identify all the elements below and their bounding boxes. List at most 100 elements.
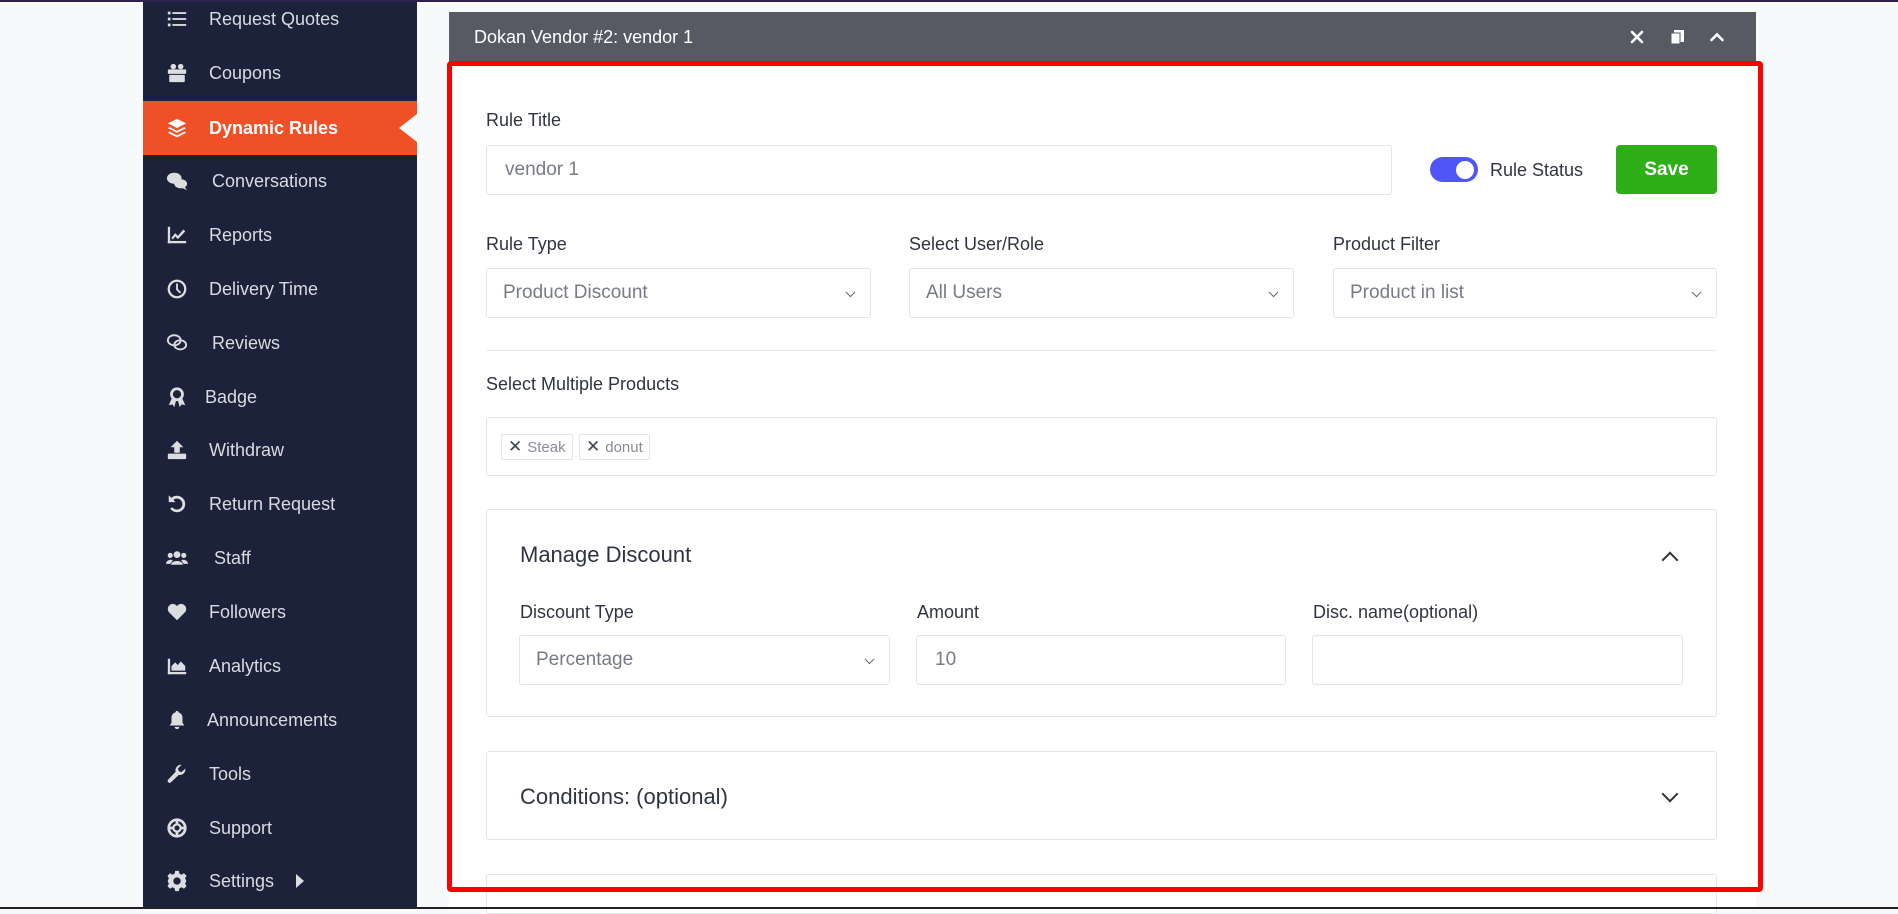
rule-title-label: Rule Title — [486, 110, 561, 131]
rule-status-label: Rule Status — [1490, 160, 1583, 181]
user-role-label: Select User/Role — [909, 234, 1044, 255]
manage-discount-card: Manage Discount Discount Type Amount Dis… — [486, 509, 1717, 717]
conditions-title: Conditions: (optional) — [520, 784, 728, 810]
discount-type-value: Percentage — [536, 649, 633, 671]
save-button[interactable]: Save — [1616, 145, 1717, 194]
product-filter-value: Product in list — [1350, 282, 1464, 304]
disc-name-label: Disc. name(optional) — [1313, 602, 1478, 623]
life-ring-icon — [165, 816, 189, 840]
remove-chip-icon[interactable]: ✕ — [508, 437, 522, 457]
sidebar-item-label: Coupons — [209, 63, 281, 84]
wrench-icon — [165, 762, 189, 786]
sidebar-item-label: Delivery Time — [209, 279, 318, 300]
sidebar-item-withdraw[interactable]: Withdraw — [143, 423, 417, 477]
chevron-down-icon — [846, 287, 856, 297]
chevron-up-icon[interactable] — [1662, 552, 1679, 569]
sidebar-item-conversations[interactable]: Conversations — [143, 154, 417, 208]
amount-label: Amount — [917, 602, 979, 623]
sidebar-item-settings[interactable]: Settings — [143, 854, 417, 908]
sidebar-item-reviews[interactable]: Reviews — [143, 316, 417, 370]
product-chip: ✕ donut — [579, 434, 650, 460]
product-filter-label: Product Filter — [1333, 234, 1440, 255]
multi-products-input[interactable]: ✕ Steak ✕ donut — [486, 417, 1717, 476]
chart-line-icon — [165, 223, 189, 247]
user-role-select[interactable]: All Users — [909, 268, 1294, 318]
chevron-down-icon — [1692, 287, 1702, 297]
list-icon — [165, 7, 189, 31]
amount-value: 10 — [935, 649, 956, 671]
sidebar-item-badge[interactable]: Badge — [143, 370, 417, 424]
conditions-card[interactable]: Conditions: (optional) — [486, 751, 1717, 840]
heart-icon — [165, 600, 189, 624]
discount-type-select[interactable]: Percentage — [519, 635, 890, 685]
sidebar-item-support[interactable]: Support — [143, 801, 417, 855]
sidebar-item-coupons[interactable]: Coupons — [143, 46, 417, 100]
sidebar-item-staff[interactable]: Staff — [143, 531, 417, 585]
sidebar-item-label: Analytics — [209, 656, 281, 677]
sidebar-item-label: Tools — [209, 764, 251, 785]
panel-header: Dokan Vendor #2: vendor 1 — [449, 12, 1756, 62]
user-role-value: All Users — [926, 282, 1002, 304]
award-icon — [165, 385, 189, 409]
sidebar-item-label: Staff — [214, 548, 251, 569]
multi-products-label: Select Multiple Products — [486, 374, 679, 395]
sidebar-item-label: Support — [209, 818, 272, 839]
sidebar-item-label: Badge — [205, 387, 257, 408]
sidebar-item-analytics[interactable]: Analytics — [143, 639, 417, 693]
gift-icon — [165, 61, 189, 85]
sidebar-item-label: Return Request — [209, 494, 335, 515]
panel-title: Dokan Vendor #2: vendor 1 — [474, 27, 693, 48]
sidebar-item-announcements[interactable]: Announcements — [143, 693, 417, 747]
sidebar-item-label: Withdraw — [209, 440, 284, 461]
duplicate-icon[interactable] — [1668, 28, 1686, 46]
discount-type-label: Discount Type — [520, 602, 634, 623]
remove-chip-icon[interactable]: ✕ — [586, 437, 600, 457]
sidebar-item-delivery-time[interactable]: Delivery Time — [143, 262, 417, 316]
amount-input[interactable]: 10 — [916, 635, 1286, 685]
chip-label: Steak — [527, 439, 565, 456]
rule-status-toggle[interactable] — [1430, 157, 1478, 182]
rule-title-input[interactable]: vendor 1 — [486, 145, 1392, 195]
chevron-down-icon — [865, 654, 875, 664]
upload-icon — [165, 438, 189, 462]
product-filter-select[interactable]: Product in list — [1333, 268, 1717, 318]
sidebar-item-return-request[interactable]: Return Request — [143, 477, 417, 531]
sidebar-item-label: Dynamic Rules — [209, 118, 338, 139]
sidebar-item-label: Announcements — [207, 710, 337, 731]
rule-type-value: Product Discount — [503, 282, 648, 304]
chevron-down-icon[interactable] — [1662, 786, 1679, 803]
sidebar-item-request-quotes[interactable]: Request Quotes — [143, 0, 417, 46]
layers-icon — [165, 116, 189, 140]
sidebar-item-label: Conversations — [212, 171, 327, 192]
comment-dots-icon — [165, 331, 189, 355]
caret-right-icon — [296, 874, 304, 888]
manage-discount-title: Manage Discount — [520, 542, 691, 568]
undo-icon — [165, 492, 189, 516]
sidebar-item-dynamic-rules[interactable]: Dynamic Rules — [143, 101, 417, 155]
sidebar-item-label: Followers — [209, 602, 286, 623]
sidebar-item-label: Settings — [209, 871, 274, 892]
sidebar-item-label: Reports — [209, 225, 272, 246]
sidebar-item-followers[interactable]: Followers — [143, 585, 417, 639]
chevron-down-icon — [1269, 287, 1279, 297]
product-chip: ✕ Steak — [501, 434, 573, 460]
toggle-knob — [1456, 161, 1474, 179]
rule-type-select[interactable]: Product Discount — [486, 268, 871, 318]
gear-icon — [165, 869, 189, 893]
sidebar-item-label: Reviews — [212, 333, 280, 354]
sidebar-item-reports[interactable]: Reports — [143, 208, 417, 262]
comments-icon — [165, 169, 189, 193]
chip-label: donut — [605, 439, 643, 456]
disc-name-input[interactable] — [1312, 635, 1683, 685]
divider — [486, 350, 1717, 351]
close-icon[interactable] — [1628, 28, 1646, 46]
sidebar: Request Quotes Coupons Dynamic Rules Con… — [143, 2, 417, 907]
sidebar-item-label: Request Quotes — [209, 9, 339, 30]
clock-icon — [165, 277, 189, 301]
sidebar-item-tools[interactable]: Tools — [143, 747, 417, 801]
bell-icon — [165, 708, 189, 732]
rule-title-value: vendor 1 — [505, 159, 579, 181]
area-chart-icon — [165, 654, 189, 678]
users-icon — [165, 546, 189, 570]
chevron-up-icon[interactable] — [1708, 28, 1726, 46]
